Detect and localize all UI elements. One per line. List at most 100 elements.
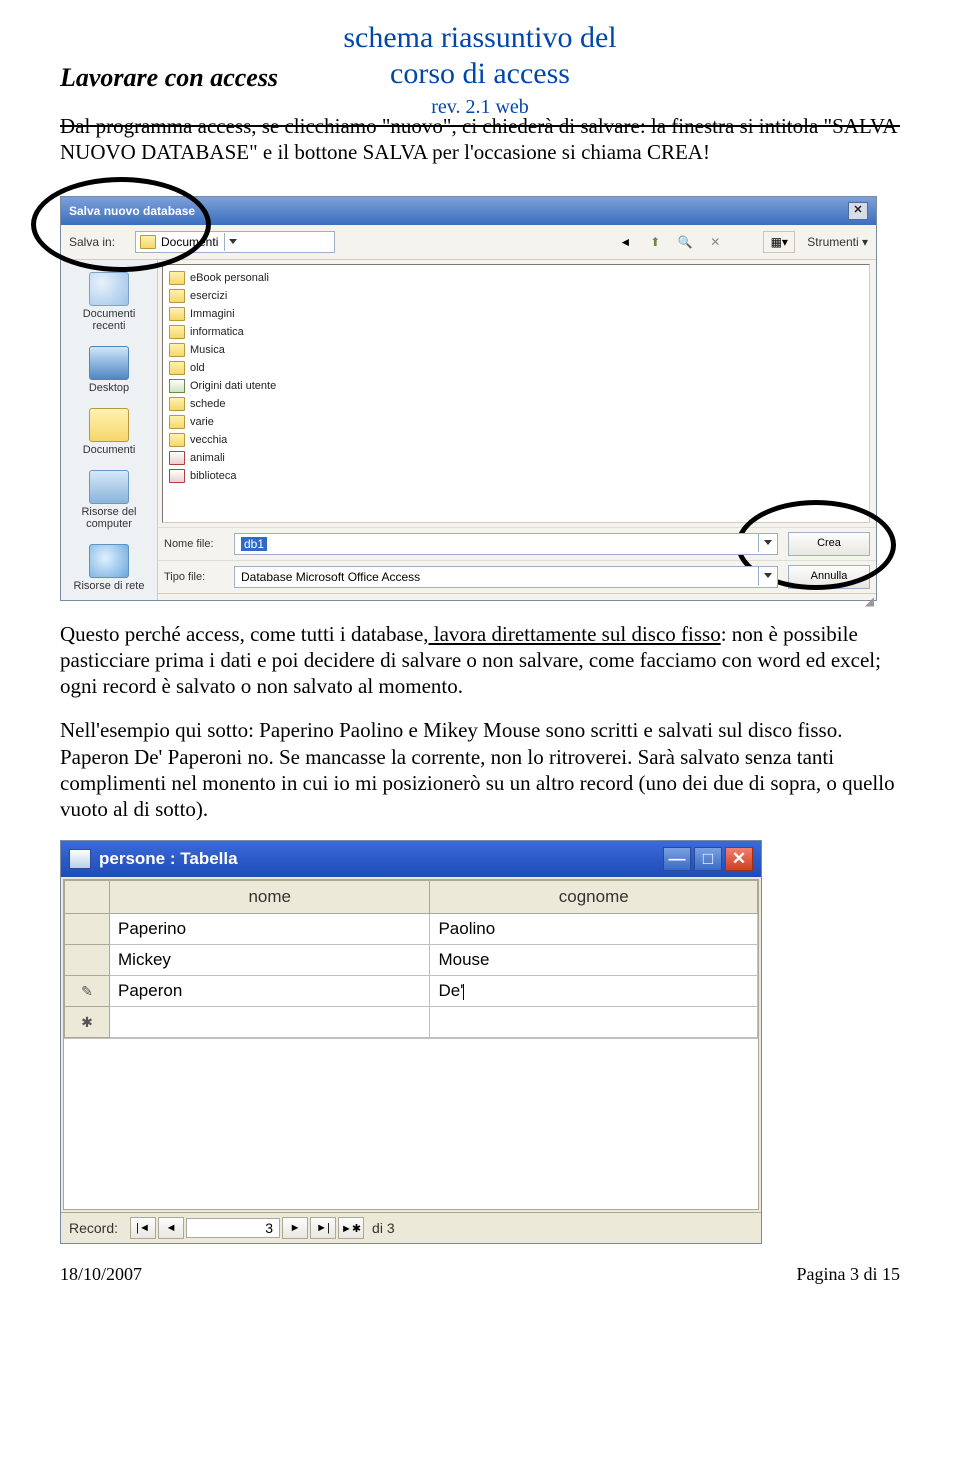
dialog-toolbar: Salva in: Documenti ◄ ⬆ 🔍 ✕ ▦▾ Strumenti… xyxy=(61,225,876,260)
paragraph-2: Questo perché access, come tutti i datab… xyxy=(60,621,900,700)
delete-button[interactable]: ✕ xyxy=(703,231,727,253)
up-button[interactable]: ⬆ xyxy=(643,231,667,253)
close-button[interactable]: ✕ xyxy=(725,847,753,871)
close-button[interactable]: ✕ xyxy=(848,202,868,220)
file-item[interactable]: schede xyxy=(169,395,863,413)
file-item[interactable]: old xyxy=(169,359,863,377)
place-network[interactable]: Risorse di rete xyxy=(69,544,149,592)
table-row[interactable] xyxy=(65,1007,758,1038)
db-icon xyxy=(169,469,185,483)
folder-icon xyxy=(169,289,185,303)
views-button[interactable]: ▦▾ xyxy=(763,231,795,253)
footer-date: 18/10/2007 xyxy=(60,1264,142,1285)
file-list-pane: eBook personalieserciziImmaginiinformati… xyxy=(162,264,870,523)
table-row[interactable]: PaperinoPaolino xyxy=(65,914,758,945)
place-recent[interactable]: Documenti recenti xyxy=(69,272,149,332)
file-item[interactable]: varie xyxy=(169,413,863,431)
file-item[interactable]: Immagini xyxy=(169,305,863,323)
file-item[interactable]: biblioteca xyxy=(169,467,863,485)
places-bar: Documenti recenti Desktop Documenti Riso… xyxy=(61,260,158,600)
save-in-value: Documenti xyxy=(161,235,218,249)
last-record-button[interactable]: ►| xyxy=(310,1217,336,1239)
folder-icon xyxy=(169,271,185,285)
cell-nome[interactable] xyxy=(110,1007,430,1038)
create-button[interactable]: Crea xyxy=(788,532,870,556)
folder-icon xyxy=(169,433,185,447)
save-in-label: Salva in: xyxy=(69,235,129,249)
footer-page: Pagina 3 di 15 xyxy=(797,1264,901,1285)
recent-icon xyxy=(89,272,129,306)
paragraph-1: Dal programma access, se clicchiamo "nuo… xyxy=(60,113,900,166)
filetype-dropdown[interactable]: Database Microsoft Office Access xyxy=(234,566,778,588)
column-header-nome[interactable]: nome xyxy=(110,881,430,914)
file-item[interactable]: eBook personali xyxy=(169,269,863,287)
paragraph-3: Nell'esempio qui sotto: Paperino Paolino… xyxy=(60,717,900,822)
row-selector[interactable] xyxy=(65,914,110,945)
dsn-icon xyxy=(169,379,185,393)
cell-cognome[interactable] xyxy=(430,1007,758,1038)
save-dialog: Salva nuovo database ✕ Salva in: Documen… xyxy=(60,196,877,601)
record-number-input[interactable]: 3 xyxy=(186,1218,280,1238)
cell-nome[interactable]: Paperon xyxy=(110,976,430,1007)
desktop-icon xyxy=(89,346,129,380)
folder-icon xyxy=(169,343,185,357)
prev-record-button[interactable]: ◄ xyxy=(158,1217,184,1239)
save-in-dropdown[interactable]: Documenti xyxy=(135,231,335,253)
documents-icon xyxy=(89,408,129,442)
file-item[interactable]: vecchia xyxy=(169,431,863,449)
search-button[interactable]: 🔍 xyxy=(673,231,697,253)
table-window: persone : Tabella — □ ✕ nome cognome Pap… xyxy=(60,840,762,1244)
file-list[interactable]: eBook personalieserciziImmaginiinformati… xyxy=(163,265,869,522)
folder-icon xyxy=(169,415,185,429)
place-computer[interactable]: Risorse del computer xyxy=(69,470,149,530)
folder-icon xyxy=(169,325,185,339)
file-item[interactable]: esercizi xyxy=(169,287,863,305)
file-item[interactable]: Origini dati utente xyxy=(169,377,863,395)
cell-nome[interactable]: Paperino xyxy=(110,914,430,945)
column-header-cognome[interactable]: cognome xyxy=(430,881,758,914)
place-documents[interactable]: Documenti xyxy=(69,408,149,456)
table-titlebar: persone : Tabella — □ ✕ xyxy=(61,841,761,877)
tools-dropdown[interactable]: Strumenti ▾ xyxy=(807,235,868,249)
computer-icon xyxy=(89,470,129,504)
folder-icon xyxy=(169,307,185,321)
record-navigator: Record: |◄ ◄ 3 ► ►| ►✱ di 3 xyxy=(61,1212,761,1243)
table-title: persone : Tabella xyxy=(99,849,238,869)
table-row[interactable]: MickeyMouse xyxy=(65,945,758,976)
folder-icon xyxy=(169,397,185,411)
file-item[interactable]: animali xyxy=(169,449,863,467)
new-record-button[interactable]: ►✱ xyxy=(338,1217,364,1239)
record-label: Record: xyxy=(69,1220,118,1236)
cell-cognome[interactable]: Paolino xyxy=(430,914,758,945)
chevron-down-icon xyxy=(758,534,777,552)
row-selector[interactable] xyxy=(65,1007,110,1038)
network-icon xyxy=(89,544,129,578)
file-item[interactable]: Musica xyxy=(169,341,863,359)
folder-icon xyxy=(169,361,185,375)
db-icon xyxy=(169,451,185,465)
row-selector[interactable] xyxy=(65,945,110,976)
row-selector-header[interactable] xyxy=(65,881,110,914)
row-selector[interactable] xyxy=(65,976,110,1007)
first-record-button[interactable]: |◄ xyxy=(130,1217,156,1239)
filename-label: Nome file: xyxy=(164,538,234,550)
filename-input[interactable]: db1 xyxy=(234,533,778,555)
maximize-button[interactable]: □ xyxy=(694,847,722,871)
back-button[interactable]: ◄ xyxy=(613,231,637,253)
dialog-title: Salva nuovo database xyxy=(69,204,195,218)
cell-nome[interactable]: Mickey xyxy=(110,945,430,976)
cell-cognome[interactable]: De' xyxy=(430,976,758,1007)
minimize-button[interactable]: — xyxy=(663,847,691,871)
new-folder-button[interactable] xyxy=(733,231,757,253)
data-grid[interactable]: nome cognome PaperinoPaolinoMickeyMouseP… xyxy=(63,879,759,1210)
chevron-down-icon xyxy=(224,233,241,251)
next-record-button[interactable]: ► xyxy=(282,1217,308,1239)
cancel-button[interactable]: Annulla xyxy=(788,565,870,589)
file-item[interactable]: informatica xyxy=(169,323,863,341)
cell-cognome[interactable]: Mouse xyxy=(430,945,758,976)
chevron-down-icon xyxy=(758,567,777,585)
place-desktop[interactable]: Desktop xyxy=(69,346,149,394)
table-row[interactable]: PaperonDe' xyxy=(65,976,758,1007)
filetype-label: Tipo file: xyxy=(164,571,234,583)
record-count: di 3 xyxy=(372,1220,395,1236)
